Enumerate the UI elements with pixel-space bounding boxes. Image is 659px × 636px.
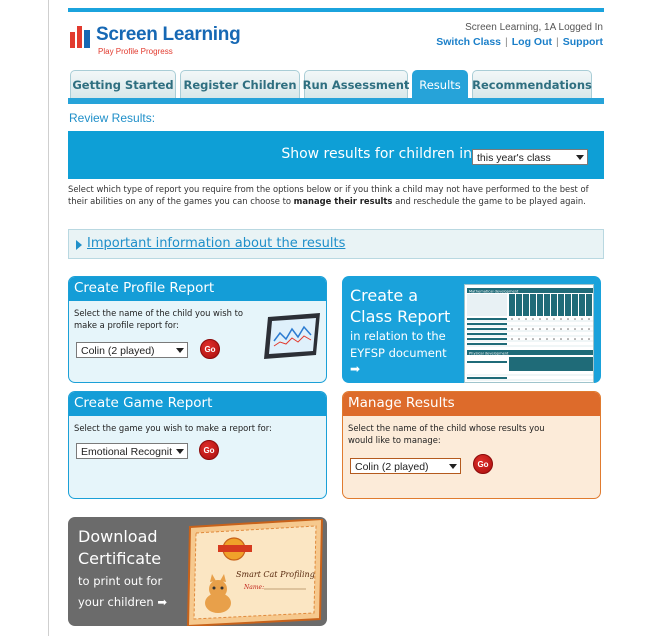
- certificate-line-4-text: your children: [78, 595, 154, 609]
- certificate-line-2: Certificate: [78, 549, 162, 568]
- manage-results-emphasis: manage their results: [293, 196, 393, 207]
- show-results-bar: Show results for children in this year's…: [68, 131, 604, 179]
- certificate-line-3: to print out for: [78, 574, 163, 588]
- tab-register-children[interactable]: Register Children: [180, 70, 300, 98]
- manage-child-select[interactable]: Colin (2 played): [350, 458, 461, 474]
- chevron-down-icon: [176, 348, 184, 353]
- profile-report-instructions: Select the name of the child you wish to…: [74, 308, 243, 330]
- arrow-right-icon: ➡: [350, 362, 361, 376]
- logo-tagline: Play Profile Progress: [98, 47, 173, 56]
- important-info-link[interactable]: Important information about the results: [87, 236, 345, 251]
- eyfsp-document-thumbnail: Mathematical development Physical develo…: [464, 284, 594, 383]
- log-out-link[interactable]: Log Out: [512, 36, 552, 48]
- class-report-line-2: Class Report: [350, 307, 451, 326]
- tab-results[interactable]: Results: [412, 70, 468, 98]
- profile-go-button[interactable]: Go: [200, 339, 220, 359]
- class-report-line-4: EYFSP document: [350, 346, 447, 360]
- chevron-down-icon: [576, 155, 584, 160]
- tab-recommendations[interactable]: Recommendations: [472, 70, 592, 98]
- tab-getting-started[interactable]: Getting Started: [70, 70, 176, 98]
- user-info: Screen Learning, 1A Logged In: [465, 22, 603, 33]
- review-results-label: Review Results:: [69, 111, 156, 125]
- top-accent-bar: [68, 8, 604, 12]
- support-link[interactable]: Support: [563, 36, 603, 48]
- game-report-panel: Create Game Report Select the game you w…: [68, 391, 327, 499]
- link-separator: |: [505, 36, 508, 48]
- manage-results-panel: Manage Results Select the name of the ch…: [342, 391, 601, 499]
- certificate-line-1: Download: [78, 527, 158, 546]
- certificate-line-4: your children ➡: [78, 595, 167, 609]
- game-go-button[interactable]: Go: [199, 440, 219, 460]
- manage-results-title: Manage Results: [343, 392, 600, 416]
- class-report-panel[interactable]: Create a Class Report in relation to the…: [342, 276, 601, 383]
- tab-underline: [68, 98, 604, 104]
- profile-child-select-value: Colin (2 played): [81, 345, 155, 357]
- tab-run-assessment[interactable]: Run Assessment: [303, 70, 409, 98]
- game-report-title: Create Game Report: [69, 392, 326, 416]
- document-preview-icon: Mathematical development Physical develo…: [467, 288, 593, 381]
- logo-mark-icon: [70, 26, 90, 48]
- manage-go-button[interactable]: Go: [473, 454, 493, 474]
- game-report-instructions: Select the game you wish to make a repor…: [74, 423, 272, 433]
- important-info-bar[interactable]: Important information about the results: [68, 229, 604, 259]
- switch-class-link[interactable]: Switch Class: [436, 36, 501, 48]
- profile-report-thumbnail-icon: [264, 313, 320, 359]
- class-select[interactable]: this year's class: [472, 149, 588, 165]
- instructions-part-2: and reschedule the game to be played aga…: [392, 196, 586, 207]
- link-separator: |: [556, 36, 559, 48]
- expand-arrow-icon: [76, 240, 82, 250]
- instructions-text: Select which type of report you require …: [68, 183, 604, 208]
- logo[interactable]: Screen Learning Play Profile Progress: [70, 24, 250, 58]
- user-links: Switch Class | Log Out | Support: [436, 36, 603, 48]
- doc-title-2: Physical development: [469, 351, 509, 355]
- game-select[interactable]: Emotional Recognit: [76, 443, 188, 459]
- class-report-line-1: Create a: [350, 286, 419, 305]
- logo-name: Screen Learning: [96, 24, 241, 45]
- class-report-line-3: in relation to the: [350, 329, 446, 343]
- download-certificate-panel[interactable]: Download Certificate to print out for yo…: [68, 517, 327, 626]
- doc-title-1: Mathematical development: [469, 289, 519, 293]
- chevron-down-icon: [449, 464, 457, 469]
- certificate-name-label: Name:: [243, 584, 264, 591]
- show-results-label: Show results for children in: [281, 146, 472, 162]
- certificate-image-icon: Smart Cat Profiling Name:: [186, 519, 324, 626]
- profile-report-title: Create Profile Report: [69, 277, 326, 301]
- manage-child-select-value: Colin (2 played): [355, 461, 429, 473]
- game-select-value: Emotional Recognit: [81, 446, 173, 458]
- chevron-down-icon: [176, 449, 184, 454]
- profile-report-panel: Create Profile Report Select the name of…: [68, 276, 327, 383]
- class-select-value: this year's class: [477, 152, 551, 164]
- profile-child-select[interactable]: Colin (2 played): [76, 342, 188, 358]
- certificate-title: Smart Cat Profiling: [236, 570, 315, 579]
- arrow-right-icon: ➡: [157, 595, 167, 609]
- manage-results-instructions: Select the name of the child whose resul…: [348, 423, 545, 445]
- main-tabs: Getting Started Register Children Run As…: [68, 70, 604, 98]
